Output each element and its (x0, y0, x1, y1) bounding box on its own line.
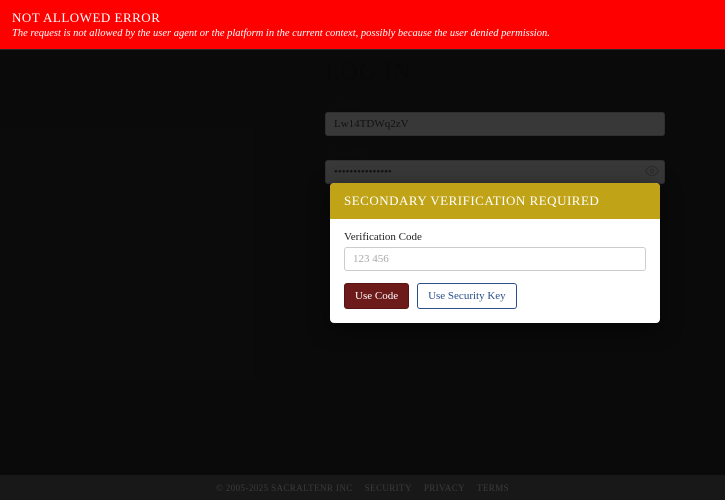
error-banner: NOT ALLOWED ERROR The request is not all… (0, 0, 725, 49)
error-title: NOT ALLOWED ERROR (12, 10, 713, 26)
footer-terms-link[interactable]: TERMS (477, 483, 509, 493)
error-message: The request is not allowed by the user a… (12, 28, 713, 39)
footer-privacy-link[interactable]: PRIVACY (424, 483, 465, 493)
footer-copyright: © 2005-2025 SACRALTENR INC (216, 483, 353, 493)
verification-code-label: Verification Code (344, 231, 646, 243)
footer-security-link[interactable]: SECURITY (365, 483, 412, 493)
modal-title: SECONDARY VERIFICATION REQUIRED (330, 183, 660, 219)
footer: © 2005-2025 SACRALTENR INC SECURITY PRIV… (0, 475, 725, 500)
verification-modal: SECONDARY VERIFICATION REQUIRED Verifica… (330, 183, 660, 323)
verification-code-input[interactable] (344, 247, 646, 271)
use-security-key-button[interactable]: Use Security Key (417, 283, 517, 309)
use-code-button[interactable]: Use Code (344, 283, 409, 309)
